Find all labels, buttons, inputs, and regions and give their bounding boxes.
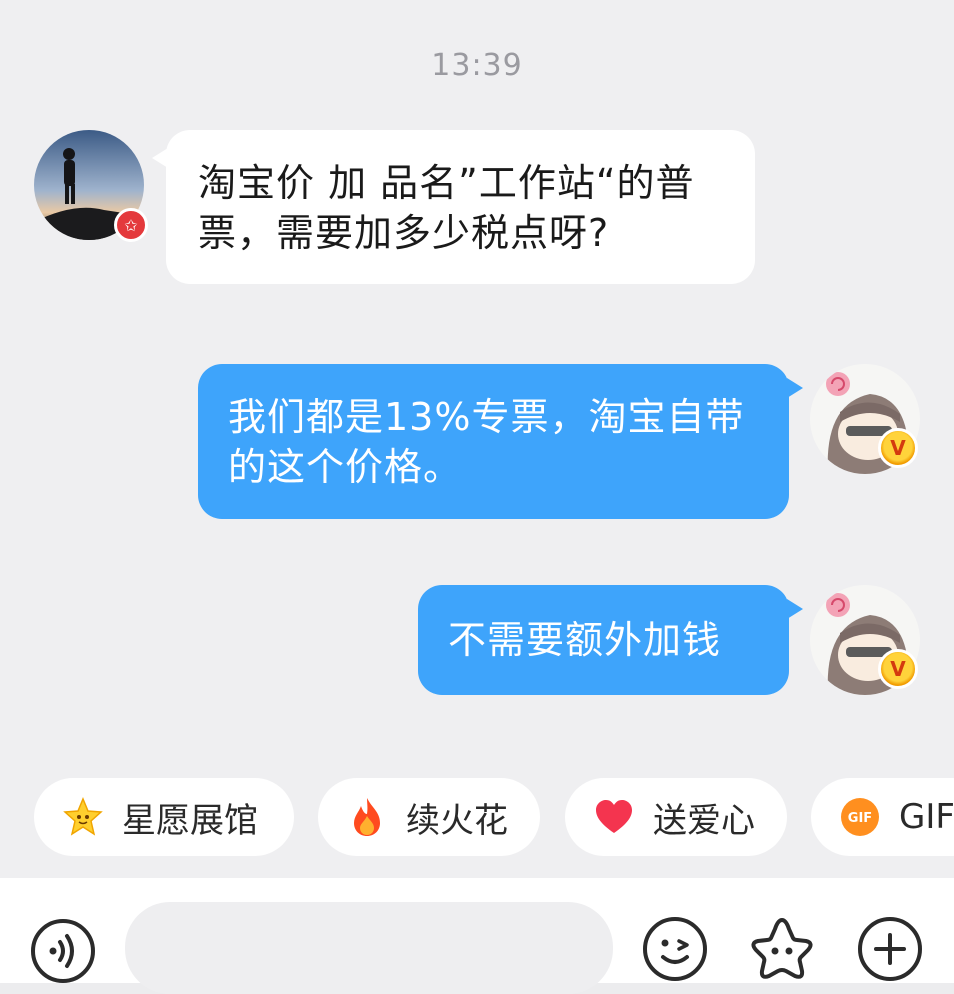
chat-area: 13:39 ✩ 淘宝价 加 品名”工作站“的普票，需要加多少税点呀? 我们都是1… [0,0,954,878]
quick-action-send-heart[interactable]: 送爱心 [565,778,787,856]
incoming-message-bubble[interactable]: 淘宝价 加 品名”工作站“的普票，需要加多少税点呀? [152,130,755,284]
star-emoji-icon [62,796,104,838]
plus-icon [858,917,922,981]
quick-action-gif[interactable]: GIF GIF [811,778,954,856]
quick-action-label: GIF [899,797,954,837]
self-avatar[interactable]: V [810,364,920,474]
fire-icon [346,796,388,838]
emoji-icon [643,917,707,981]
sticker-button[interactable] [748,915,816,983]
sticker-star-icon [751,918,813,979]
more-button[interactable] [856,915,924,983]
vip-badge-icon: V [878,428,918,468]
gif-icon: GIF [839,796,881,838]
message-timestamp: 13:39 [431,48,523,83]
quick-action-star-gallery[interactable]: 星愿展馆 [34,778,294,856]
quick-action-label: 星愿展馆 [122,800,258,841]
contact-avatar[interactable]: ✩ [34,130,148,242]
emoji-button[interactable] [641,915,709,983]
vip-badge-icon: V [878,649,918,689]
outgoing-message-bubble[interactable]: 不需要额外加钱 [418,585,803,695]
contact-badge-icon: ✩ [114,208,148,242]
voice-button[interactable] [30,918,96,984]
heart-icon [593,796,635,838]
self-avatar[interactable]: V [810,585,920,695]
quick-actions-bar: 星愿展馆 续火花 送爱心 GIF GIF [0,778,954,856]
quick-action-continue-spark[interactable]: 续火花 [318,778,540,856]
gif-icon-label: GIF [848,811,872,826]
quick-action-label: 送爱心 [653,800,755,841]
quick-action-label: 续火花 [406,800,508,841]
message-input[interactable] [125,902,613,994]
voice-icon [31,919,95,983]
input-bar [0,878,954,994]
outgoing-message-bubble[interactable]: 我们都是13%专票，淘宝自带的这个价格。 [198,364,803,519]
